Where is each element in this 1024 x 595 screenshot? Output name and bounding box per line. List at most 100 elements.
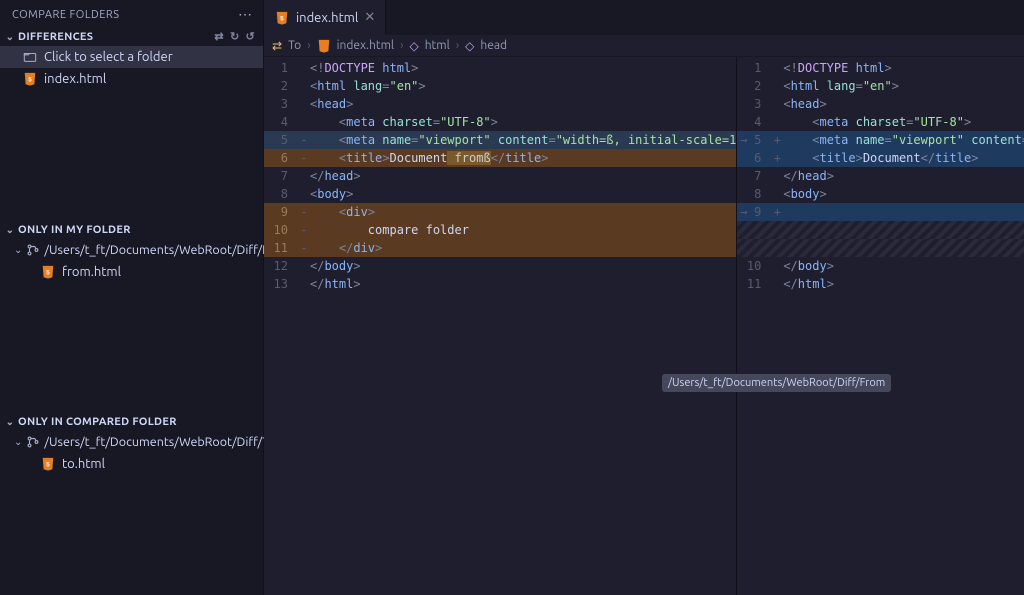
code-line[interactable]: 6- <title>Document fromß</title>: [264, 149, 736, 167]
code-line[interactable]: 8<body>: [264, 185, 736, 203]
only-my-file-row[interactable]: 5 from.html: [0, 261, 263, 283]
svg-text:5: 5: [28, 77, 32, 84]
line-number: 9: [737, 205, 771, 219]
element-icon: ◇: [409, 39, 418, 53]
diff-editor: 5 index.html ✕ ↑ ↓ ⎚ ▥ ⋯ ⇄ To › index.ht…: [264, 0, 1024, 595]
code-line[interactable]: 3 <head>: [737, 95, 1024, 113]
code-line[interactable]: 4 <meta charset="UTF-8">: [264, 113, 736, 131]
only-my-folder-path: /Users/t_ft/Documents/WebRoot/Diff/From: [44, 243, 291, 257]
differences-header[interactable]: ⌄DIFFERENCES ⇄ ↻ ↺: [0, 27, 263, 46]
line-number: 11: [737, 277, 771, 291]
code-line[interactable]: 2<html lang="en">: [737, 77, 1024, 95]
bc-html[interactable]: html: [425, 39, 450, 52]
code-content: <head>: [783, 97, 1024, 111]
line-number: 7: [737, 169, 771, 183]
code-line[interactable]: 7</head>: [264, 167, 736, 185]
editor-tab[interactable]: 5 index.html ✕: [264, 0, 386, 35]
folder-outline-icon: [22, 49, 38, 65]
code-line[interactable]: 10 </body>: [737, 257, 1024, 275]
code-line[interactable]: 5- <meta name="viewport" content="width=…: [264, 131, 736, 149]
diff-file-row[interactable]: 5 index.html: [0, 68, 263, 90]
code-content: </html>: [783, 277, 1024, 291]
line-number: 4: [737, 115, 771, 129]
code-line[interactable]: [737, 221, 1024, 239]
line-number: 5: [737, 133, 771, 147]
breadcrumb-bar[interactable]: ⇄ To › index.html › ◇ html › ◇ head: [264, 35, 1024, 57]
line-number: 3: [737, 97, 771, 111]
code-line[interactable]: 7 </head>: [737, 167, 1024, 185]
close-icon[interactable]: ✕: [364, 10, 375, 25]
line-number: 1: [737, 61, 771, 75]
html-file-icon: 5: [40, 456, 56, 472]
swap-icon[interactable]: ⇄: [214, 30, 224, 43]
code-content: <head>: [310, 97, 736, 111]
only-compared-file-name: to.html: [62, 457, 105, 471]
diff-file-name: index.html: [44, 72, 106, 86]
code-line[interactable]: 3 <head>: [264, 95, 736, 113]
differences-section: ⌄DIFFERENCES ⇄ ↻ ↺ Click to select a fol…: [0, 27, 263, 90]
code-line[interactable]: 8<body>: [737, 185, 1024, 203]
bc-to[interactable]: To: [288, 39, 301, 52]
line-number: 2: [737, 79, 771, 93]
code-content: </body>: [783, 259, 1024, 273]
code-line[interactable]: 1<!DOCTYPE html>: [264, 59, 736, 77]
compare-folders-sidebar: COMPARE FOLDERS ⋯ ⌄DIFFERENCES ⇄ ↻ ↺ Cli…: [0, 0, 264, 595]
code-line[interactable]: 11 </html>: [737, 275, 1024, 293]
only-compared-folder-path: /Users/t_ft/Documents/WebRoot/Diff/To: [44, 435, 276, 449]
svg-text:5: 5: [280, 15, 284, 22]
code-line[interactable]: 4 <meta charset="UTF-8">: [737, 113, 1024, 131]
bc-swap-icon[interactable]: ⇄: [272, 39, 282, 53]
chevron-down-icon: ⌄: [4, 224, 16, 236]
repo-icon: [26, 434, 40, 450]
editor-tab-label: index.html: [296, 11, 358, 25]
chevron-down-icon: ⌄: [4, 416, 16, 428]
code-line[interactable]: 6+ <title>Document</title>: [737, 149, 1024, 167]
code-line[interactable]: 5+ <meta name="viewport" content="width=…: [737, 131, 1024, 149]
code-content: <title>Document fromß</title>: [310, 151, 736, 165]
only-my-folder-header[interactable]: ⌄ONLY IN MY FOLDER: [0, 221, 263, 239]
bc-file[interactable]: index.html: [337, 39, 395, 52]
code-line[interactable]: 12</body>: [264, 257, 736, 275]
only-my-file-name: from.html: [62, 265, 121, 279]
line-number: 8: [737, 187, 771, 201]
diff-right-pane[interactable]: 1 <!DOCTYPE html> 2<html lang="en"> 3 <head>…: [737, 57, 1024, 595]
only-my-folder-path-row[interactable]: ⌄ /Users/t_ft/Documents/WebRoot/Diff/Fro…: [0, 239, 263, 261]
code-content: <meta name="viewport" content="width=ß, …: [310, 133, 736, 147]
chevron-right-icon: ›: [456, 39, 459, 52]
only-compared-folder-header[interactable]: ⌄ONLY IN COMPARED FOLDER: [0, 413, 263, 431]
only-compared-folder-path-row[interactable]: ⌄ /Users/t_ft/Documents/WebRoot/Diff/To: [0, 431, 263, 453]
only-compared-folder-section: ⌄ONLY IN COMPARED FOLDER ⌄ /Users/t_ft/D…: [0, 413, 263, 595]
refresh-icon[interactable]: ↻: [230, 30, 240, 43]
select-folder-label: Click to select a folder: [44, 50, 173, 64]
line-number: 2: [264, 79, 298, 93]
code-content: [783, 205, 1024, 219]
code-line[interactable]: 11- </div>: [264, 239, 736, 257]
code-line[interactable]: 9+: [737, 203, 1024, 221]
code-line[interactable]: 1 <!DOCTYPE html>: [737, 59, 1024, 77]
bc-head[interactable]: head: [480, 39, 507, 52]
code-content: <!DOCTYPE html>: [310, 61, 736, 75]
repo-icon: [26, 242, 40, 258]
line-number: 3: [264, 97, 298, 111]
history-icon[interactable]: ↺: [245, 30, 255, 43]
code-line[interactable]: 9- <div>: [264, 203, 736, 221]
only-compared-file-row[interactable]: 5 to.html: [0, 453, 263, 475]
code-line[interactable]: 2<html lang="en">: [264, 77, 736, 95]
line-number: 6: [737, 151, 771, 165]
line-number: 8: [264, 187, 298, 201]
code-line[interactable]: 10- compare folder: [264, 221, 736, 239]
diff-body: 1<!DOCTYPE html>2<html lang="en">3<head>…: [264, 57, 1024, 595]
line-number: 12: [264, 259, 298, 273]
code-content: </head>: [783, 169, 1024, 183]
line-number: 10: [737, 259, 771, 273]
sidebar-title-bar: COMPARE FOLDERS ⋯: [0, 0, 263, 27]
line-number: 9: [264, 205, 298, 219]
select-folder-row[interactable]: Click to select a folder: [0, 46, 263, 68]
code-line[interactable]: [737, 239, 1024, 257]
code-content: <!DOCTYPE html>: [783, 61, 1024, 75]
diff-left-pane[interactable]: 1<!DOCTYPE html>2<html lang="en"> 3 <head>…: [264, 57, 737, 595]
chevron-right-icon: ›: [400, 39, 403, 52]
sidebar-more-icon[interactable]: ⋯: [238, 6, 253, 23]
code-line[interactable]: 13</html>: [264, 275, 736, 293]
line-number: 4: [264, 115, 298, 129]
